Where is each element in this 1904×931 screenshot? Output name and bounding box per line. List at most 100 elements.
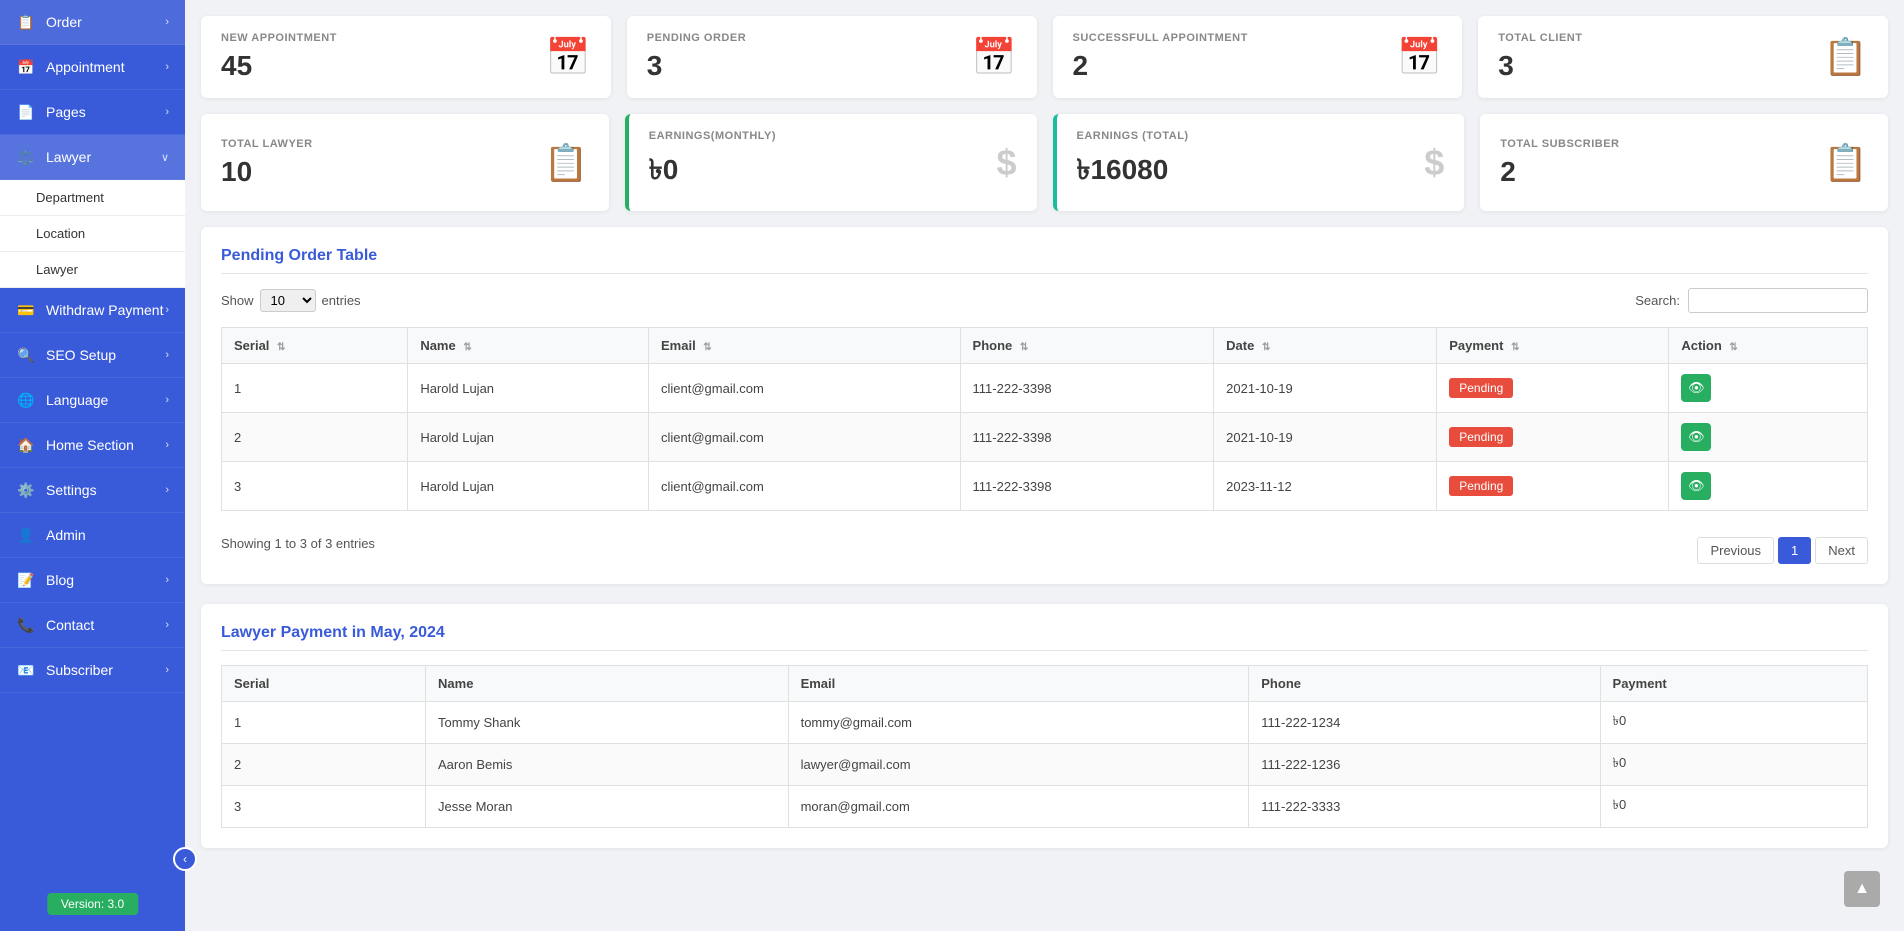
stat-label: TOTAL SUBSCRIBER <box>1500 138 1619 150</box>
table-row: 3 Jesse Moran moran@gmail.com 111-222-33… <box>222 786 1868 828</box>
sidebar-item-home-section[interactable]: 🏠 Home Section › <box>0 423 185 468</box>
scroll-to-top-button[interactable]: ▲ <box>1844 871 1880 907</box>
cell-phone: 111-222-3398 <box>960 364 1214 413</box>
page-1-button[interactable]: 1 <box>1778 537 1811 564</box>
stat-card-successful-appointment: SUCCESSFULL APPOINTMENT 2 📅 <box>1053 16 1463 98</box>
search-input[interactable] <box>1688 288 1868 313</box>
cell-email: client@gmail.com <box>649 462 961 511</box>
submenu-item-department[interactable]: Department <box>0 180 185 216</box>
cell-email: tommy@gmail.com <box>788 702 1249 744</box>
stat-card-total-client: TOTAL CLIENT 3 📋 <box>1478 16 1888 98</box>
cell-name: Harold Lujan <box>408 364 649 413</box>
cell-payment: ৳0 <box>1600 786 1867 828</box>
sort-icon: ⇅ <box>703 342 711 353</box>
col-serial[interactable]: Serial ⇅ <box>222 328 408 364</box>
chevron-right-icon: › <box>165 106 169 118</box>
sidebar-item-label: Subscriber <box>46 662 113 678</box>
contact-icon: 📞 <box>16 615 36 635</box>
stat-card-earnings-total: EARNINGS (TOTAL) ৳16080 $ <box>1053 114 1465 211</box>
chevron-right-icon: › <box>165 664 169 676</box>
sidebar-item-withdraw-payment[interactable]: 💳 Withdraw Payment › <box>0 288 185 333</box>
chevron-right-icon: › <box>165 61 169 73</box>
col-name: Name <box>426 666 789 702</box>
stat-label: NEW APPOINTMENT <box>221 32 337 44</box>
cell-phone: 111-222-1234 <box>1249 702 1600 744</box>
sidebar-item-label: Lawyer <box>46 149 91 165</box>
sort-icon: ⇅ <box>463 342 471 353</box>
view-button[interactable]: 👁 <box>1681 423 1711 451</box>
sidebar-item-label: Withdraw Payment <box>46 302 163 318</box>
sidebar-item-label: SEO Setup <box>46 347 116 363</box>
sidebar-item-blog[interactable]: 📝 Blog › <box>0 558 185 603</box>
stat-value: 2 <box>1073 50 1248 82</box>
cell-name: Harold Lujan <box>408 413 649 462</box>
col-name[interactable]: Name ⇅ <box>408 328 649 364</box>
sidebar-item-pages[interactable]: 📄 Pages › <box>0 90 185 135</box>
stat-label: SUCCESSFULL APPOINTMENT <box>1073 32 1248 44</box>
lawyer-payment-table-card: Lawyer Payment in May, 2024 Serial Name … <box>201 604 1888 848</box>
stat-card-earnings-monthly: EARNINGS(MONTHLY) ৳0 $ <box>625 114 1037 211</box>
cell-serial: 2 <box>222 413 408 462</box>
cell-email: client@gmail.com <box>649 413 961 462</box>
col-phone[interactable]: Phone ⇅ <box>960 328 1214 364</box>
cell-phone: 111-222-3398 <box>960 413 1214 462</box>
sidebar-item-label: Home Section <box>46 437 134 453</box>
table-row: 1 Tommy Shank tommy@gmail.com 111-222-12… <box>222 702 1868 744</box>
sidebar-item-seo-setup[interactable]: 🔍 SEO Setup › <box>0 333 185 378</box>
stat-value: 3 <box>647 50 746 82</box>
view-button[interactable]: 👁 <box>1681 472 1711 500</box>
view-button[interactable]: 👁 <box>1681 374 1711 402</box>
calendar-icon: 📅 <box>546 36 591 78</box>
sidebar-item-lawyer[interactable]: ⚖️ Lawyer ∨ <box>0 135 185 180</box>
sidebar-item-admin[interactable]: 👤 Admin <box>0 513 185 558</box>
settings-icon: ⚙️ <box>16 480 36 500</box>
subscriber-icon: 📧 <box>16 660 36 680</box>
col-email[interactable]: Email ⇅ <box>649 328 961 364</box>
stat-value: ৳16080 <box>1077 148 1189 195</box>
sidebar-item-contact[interactable]: 📞 Contact › <box>0 603 185 648</box>
stat-label: TOTAL CLIENT <box>1498 32 1582 44</box>
sidebar-item-label: Pages <box>46 104 86 120</box>
next-button[interactable]: Next <box>1815 537 1868 564</box>
pending-order-table: Serial ⇅ Name ⇅ Email ⇅ Phone ⇅ Date ⇅ P… <box>221 327 1868 511</box>
stat-card-new-appointment: NEW APPOINTMENT 45 📅 <box>201 16 611 98</box>
stat-value: 2 <box>1500 156 1619 188</box>
sort-icon: ⇅ <box>1729 342 1737 353</box>
home-icon: 🏠 <box>16 435 36 455</box>
cell-name: Harold Lujan <box>408 462 649 511</box>
stat-value: 45 <box>221 50 337 82</box>
cell-payment: Pending <box>1437 364 1669 413</box>
cell-serial: 2 <box>222 744 426 786</box>
col-email: Email <box>788 666 1249 702</box>
stat-card-total-lawyer: TOTAL LAWYER 10 📋 <box>201 114 609 211</box>
sidebar-item-label: Order <box>46 14 82 30</box>
pending-badge: Pending <box>1449 476 1513 496</box>
sidebar-item-label: Appointment <box>46 59 125 75</box>
dollar-icon: $ <box>1424 142 1444 184</box>
pending-badge: Pending <box>1449 378 1513 398</box>
cell-payment: ৳0 <box>1600 744 1867 786</box>
entries-select[interactable]: 10 25 50 100 <box>260 289 316 312</box>
submenu-item-lawyer[interactable]: Lawyer <box>0 252 185 288</box>
order-icon: 📋 <box>16 12 36 32</box>
submenu-item-location[interactable]: Location <box>0 216 185 252</box>
sidebar-item-settings[interactable]: ⚙️ Settings › <box>0 468 185 513</box>
table-footer: Showing 1 to 3 of 3 entries Previous 1 N… <box>221 523 1868 564</box>
col-action[interactable]: Action ⇅ <box>1669 328 1868 364</box>
sidebar-item-label: Blog <box>46 572 74 588</box>
chevron-right-icon: › <box>165 394 169 406</box>
cell-action: 👁 <box>1669 413 1868 462</box>
cell-email: moran@gmail.com <box>788 786 1249 828</box>
sidebar-collapse-button[interactable]: ‹ <box>173 847 197 871</box>
chevron-right-icon: › <box>165 349 169 361</box>
sidebar-item-label: Contact <box>46 617 94 633</box>
prev-button[interactable]: Previous <box>1697 537 1774 564</box>
sidebar-item-language[interactable]: 🌐 Language › <box>0 378 185 423</box>
pagination: Previous 1 Next <box>1697 537 1868 564</box>
col-date[interactable]: Date ⇅ <box>1214 328 1437 364</box>
admin-icon: 👤 <box>16 525 36 545</box>
sidebar-item-order[interactable]: 📋 Order › <box>0 0 185 45</box>
col-payment[interactable]: Payment ⇅ <box>1437 328 1669 364</box>
sidebar-item-subscriber[interactable]: 📧 Subscriber › <box>0 648 185 693</box>
sidebar-item-appointment[interactable]: 📅 Appointment › <box>0 45 185 90</box>
